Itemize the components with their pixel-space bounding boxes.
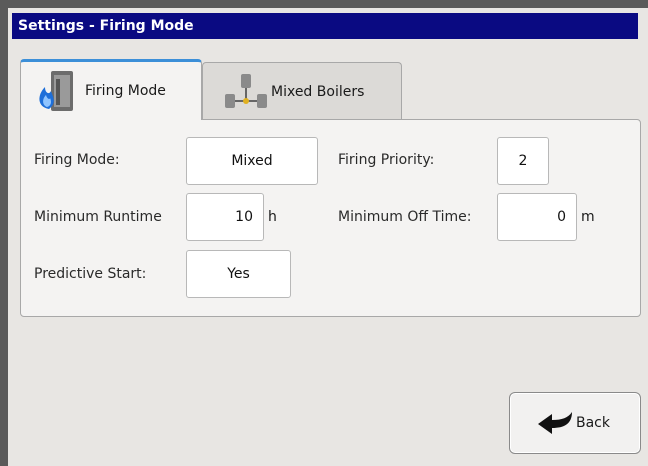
tab-mixed-boilers-label: Mixed Boilers — [271, 83, 365, 100]
minimum-off-time-label: Minimum Off Time: — [338, 209, 472, 225]
minimum-runtime-unit: h — [268, 209, 277, 225]
tab-mixed-boilers[interactable]: Mixed Boilers — [202, 62, 402, 120]
boiler-flame-icon — [39, 71, 73, 111]
window-title: Settings - Firing Mode — [12, 13, 638, 39]
back-button-label: Back — [576, 415, 610, 431]
back-arrow-icon — [538, 412, 572, 434]
boiler-network-icon — [225, 73, 267, 108]
tab-firing-mode-label: Firing Mode — [85, 83, 166, 99]
firing-priority-label: Firing Priority: — [338, 152, 435, 168]
firing-priority-field[interactable]: 2 — [497, 137, 549, 185]
minimum-runtime-label: Minimum Runtime — [34, 209, 162, 225]
predictive-start-label: Predictive Start: — [34, 266, 147, 282]
minimum-off-time-field[interactable]: 0 — [497, 193, 577, 241]
firing-mode-label: Firing Mode: — [34, 152, 120, 168]
predictive-start-field[interactable]: Yes — [186, 250, 291, 298]
back-button[interactable]: Back — [509, 392, 641, 454]
tab-firing-mode[interactable]: Firing Mode — [20, 59, 202, 120]
minimum-off-time-unit: m — [581, 209, 595, 225]
minimum-runtime-field[interactable]: 10 — [186, 193, 264, 241]
firing-mode-field[interactable]: Mixed — [186, 137, 318, 185]
